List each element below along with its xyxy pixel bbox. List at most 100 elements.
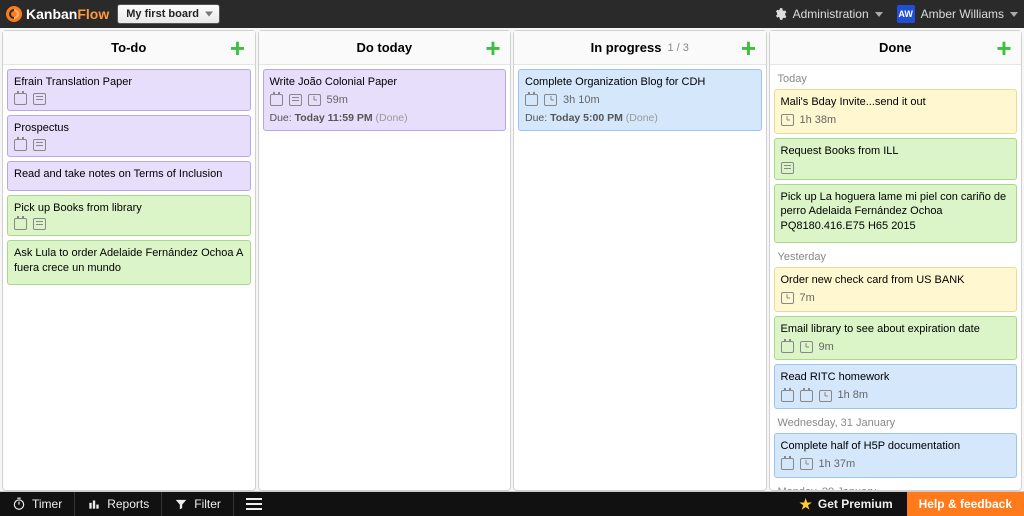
task-card[interactable]: Read and take notes on Terms of Inclusio… [7,161,251,191]
task-card[interactable]: Complete half of H5P documentation 1h 37m [774,433,1018,478]
task-card[interactable]: Ask Lula to order Adelaide Fernández Och… [7,240,251,285]
card-meta: 9m [781,340,1011,355]
date-group-label: Today [774,69,1018,89]
card-meta [14,139,244,151]
clock-icon [308,94,321,106]
filter-button[interactable]: Filter [162,492,234,516]
card-time: 1h 38m [800,113,837,128]
card-title: Read RITC homework [781,370,1011,385]
board-select[interactable]: My first board [117,4,220,24]
card-title: Ask Lula to order Adelaide Fernández Och… [14,246,244,276]
card-due: Due: Today 5:00 PM (Done) [525,111,755,125]
user-name: Amber Williams [921,7,1004,21]
add-card-button[interactable]: + [738,37,760,59]
timer-button[interactable]: Timer [0,492,75,516]
cal-icon [781,341,794,353]
cal-icon [14,218,27,230]
list-icon [289,94,302,106]
card-meta: 3h 10m [525,93,755,108]
add-card-button[interactable]: + [227,37,249,59]
date-group-label: Monday, 29 January [774,482,1018,490]
task-card[interactable]: Request Books from ILL [774,138,1018,180]
cal-icon [781,458,794,470]
column-title: Done [879,40,912,55]
card-meta [14,218,244,230]
cal-icon [800,390,813,402]
card-title: Email library to see about expiration da… [781,322,1011,337]
menu-button[interactable] [234,492,274,516]
date-group-label: Wednesday, 31 January [774,413,1018,433]
topbar: KanbanFlow My first board Administration… [0,0,1024,28]
reports-button[interactable]: Reports [75,492,162,516]
list-icon [781,162,794,174]
avatar: AW [897,5,915,23]
filter-icon [174,497,188,511]
logo[interactable]: KanbanFlow [6,6,109,22]
clock-icon [781,292,794,304]
card-title: Read and take notes on Terms of Inclusio… [14,167,244,182]
task-card[interactable]: Email library to see about expiration da… [774,316,1018,361]
card-title: Write João Colonial Paper [270,75,500,90]
help-feedback-button[interactable]: Help & feedback [907,492,1024,516]
column-title: Do today [356,40,412,55]
add-card-button[interactable]: + [993,37,1015,59]
column-header: To-do + [3,31,255,65]
task-card[interactable]: Efrain Translation Paper [7,69,251,111]
card-meta: 7m [781,291,1011,306]
clock-icon [544,94,557,106]
card-meta: 1h 37m [781,457,1011,472]
task-card[interactable]: Read RITC homework 1h 8m [774,364,1018,409]
list-icon [33,93,46,105]
card-time: 9m [819,340,834,355]
timer-icon [12,497,26,511]
card-title: Complete Organization Blog for CDH [525,75,755,90]
caret-down-icon [1010,12,1018,17]
board: To-do + Efrain Translation Paper Prospectus… [0,28,1024,492]
cal-icon [525,94,538,106]
caret-down-icon [875,12,883,17]
column-to-do: To-do + Efrain Translation Paper Prospectus… [2,30,256,491]
card-title: Request Books from ILL [781,144,1011,159]
task-card[interactable]: Pick up Books from library [7,195,251,237]
card-meta [14,93,244,105]
card-title: Mali's Bday Invite...send it out [781,95,1011,110]
column-body: Efrain Translation Paper Prospectus Read a… [3,65,255,490]
caret-down-icon [205,12,213,17]
task-card[interactable]: Order new check card from US BANK 7m [774,267,1018,312]
star-icon: ★ [799,496,812,513]
card-meta [781,162,1011,174]
task-card[interactable]: Prospectus [7,115,251,157]
administration-label: Administration [793,7,869,21]
column-header: Do today + [259,31,511,65]
column-in-progress: In progress1 / 3+ Complete Organization B… [513,30,767,491]
add-card-button[interactable]: + [482,37,504,59]
card-title: Order new check card from US BANK [781,273,1011,288]
card-time: 3h 10m [563,93,600,108]
task-card[interactable]: Pick up La hoguera lame mi piel con cari… [774,184,1018,244]
task-card[interactable]: Complete Organization Blog for CDH 3h 10m… [518,69,762,131]
menu-icon [246,498,262,510]
column-title: In progress [591,40,662,55]
card-time: 1h 8m [838,388,869,403]
card-meta: 1h 38m [781,113,1011,128]
task-card[interactable]: Write João Colonial Paper 59m Due: Today 1… [263,69,507,131]
card-title: Pick up La hoguera lame mi piel con cari… [781,190,1011,235]
clock-icon [781,114,794,126]
column-body: Write João Colonial Paper 59m Due: Today 1… [259,65,511,490]
card-time: 1h 37m [819,457,856,472]
administration-menu[interactable]: Administration [773,7,883,21]
card-due: Due: Today 11:59 PM (Done) [270,111,500,125]
card-title: Complete half of H5P documentation [781,439,1011,454]
card-title: Efrain Translation Paper [14,75,244,90]
card-time: 59m [327,93,348,108]
get-premium-button[interactable]: ★ Get Premium [785,492,906,516]
card-title: Pick up Books from library [14,201,244,216]
column-header: In progress1 / 3+ [514,31,766,65]
card-meta: 59m [270,93,500,108]
column-body: Complete Organization Blog for CDH 3h 10m… [514,65,766,490]
user-menu[interactable]: AW Amber Williams [897,5,1018,23]
column-title: To-do [111,40,146,55]
task-card[interactable]: Mali's Bday Invite...send it out 1h 38m [774,89,1018,134]
cal-icon [14,139,27,151]
column-do-today: Do today + Write João Colonial Paper 59m Due… [258,30,512,491]
